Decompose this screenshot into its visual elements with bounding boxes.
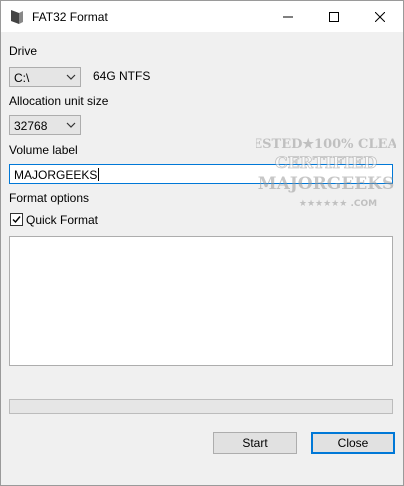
minimize-icon [283, 16, 293, 17]
drive-select[interactable]: C:\ [9, 67, 81, 87]
drive-info: 64G NTFS [93, 69, 151, 83]
chevron-down-icon [66, 74, 76, 80]
watermark-line2: CERTIFIED [275, 153, 377, 172]
volume-label-title: Volume label [9, 143, 78, 157]
text-caret [98, 168, 100, 181]
start-button[interactable]: Start [213, 432, 297, 454]
allocation-label: Allocation unit size [9, 94, 109, 108]
watermark-line1: TESTED★100% CLEAN [256, 137, 396, 152]
quick-format-checkbox[interactable] [10, 213, 23, 226]
fat32-format-window: FAT32 Format Drive C:\ 64G NTFS Allocati… [0, 0, 404, 486]
app-icon [11, 10, 23, 24]
drive-label: Drive [9, 44, 38, 58]
minimize-button[interactable] [265, 1, 311, 32]
drive-select-value: C:\ [14, 71, 30, 85]
volume-label-value: MAJORGEEKS [14, 168, 100, 182]
chevron-down-icon [66, 122, 76, 128]
maximize-icon [329, 11, 339, 22]
close-button[interactable]: Close [311, 432, 395, 454]
watermark-line3: MAJORGEEKS [258, 174, 394, 194]
maximize-button[interactable] [311, 1, 357, 32]
close-icon [375, 11, 385, 22]
log-output[interactable] [9, 236, 393, 366]
majorgeeks-watermark: TESTED★100% CLEAN CERTIFIED MAJORGEEKS ★… [256, 137, 396, 209]
title-bar: FAT32 Format [1, 1, 403, 32]
allocation-select[interactable]: 32768 [9, 115, 81, 135]
format-options-label: Format options [9, 191, 90, 205]
progress-bar [9, 399, 393, 414]
quick-format-label[interactable]: Quick Format [26, 213, 98, 227]
allocation-select-value: 32768 [14, 119, 48, 133]
checkmark-icon [12, 216, 21, 224]
close-window-button[interactable] [357, 1, 403, 32]
watermark-line4: ★★★★★★ .COM [299, 199, 377, 209]
window-title: FAT32 Format [32, 10, 108, 24]
